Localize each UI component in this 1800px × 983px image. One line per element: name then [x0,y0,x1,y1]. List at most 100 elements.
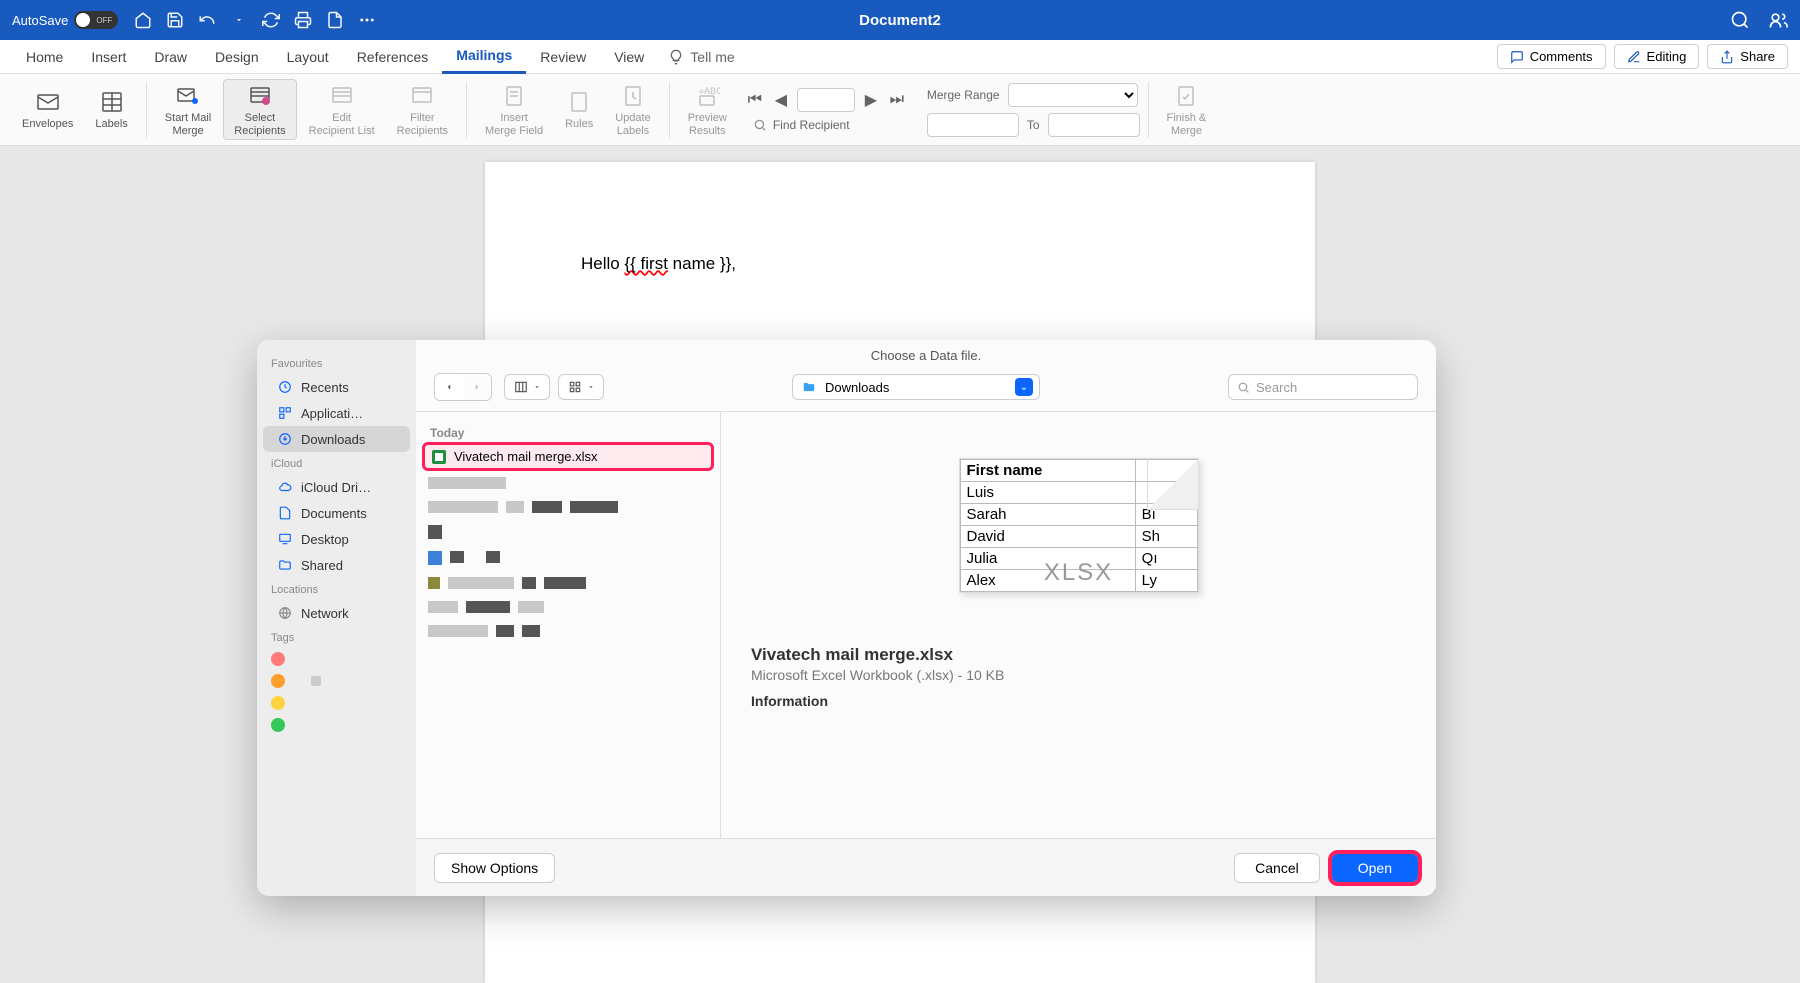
open-button[interactable]: Open [1332,854,1418,882]
page-icon[interactable] [326,11,344,29]
autosave-control[interactable]: AutoSave OFF [12,11,118,29]
doc-icon [277,505,293,521]
sidebar-network[interactable]: Network [263,600,410,626]
tab-draw[interactable]: Draw [140,40,201,74]
tag-green[interactable] [257,714,416,736]
finish-merge-button[interactable]: Finish & Merge [1157,80,1217,139]
editing-button[interactable]: Editing [1614,44,1700,69]
nav-back-forward [434,373,492,401]
sidebar-recents[interactable]: Recents [263,374,410,400]
folder-icon [277,557,293,573]
rules-button[interactable]: Rules [555,86,603,133]
preview-results-button[interactable]: «ABC» Preview Results [678,80,737,139]
file-vivatech-xlsx[interactable]: Vivatech mail merge.xlsx [424,444,712,469]
view-columns-button[interactable] [504,374,550,400]
dialog-sidebar: Favourites Recents Applicati… Downloads … [257,340,416,896]
doc-merge-field: {{ first [624,254,667,273]
dialog-title: Choose a Data file. [416,340,1436,363]
tab-review[interactable]: Review [526,40,600,74]
merge-range-label: Merge Range [927,88,1000,102]
folder-icon [801,380,817,394]
location-dropdown[interactable]: Downloads ⌄ [792,374,1040,400]
tab-references[interactable]: References [343,40,443,74]
filter-recipients-button[interactable]: Filter Recipients [387,80,458,139]
tag-red[interactable] [257,648,416,670]
sidebar-documents[interactable]: Documents [263,500,410,526]
merge-range-select[interactable] [1008,83,1138,107]
record-nav: ⏮ ◀ ▶ ⏭ [745,88,907,112]
tab-design[interactable]: Design [201,40,273,74]
comments-button[interactable]: Comments [1497,44,1606,69]
titlebar-quick-icons [134,11,376,29]
tab-view[interactable]: View [600,40,658,74]
prev-record-button[interactable]: ◀ [771,90,791,110]
favourites-heading: Favourites [257,352,416,374]
envelope-icon [34,88,62,116]
tab-layout[interactable]: Layout [273,40,343,74]
xlsx-preview: First name Luis SarahBı DavidSh JuliaQı … [959,458,1199,593]
tag-yellow[interactable] [257,692,416,714]
file-name: Vivatech mail merge.xlsx [454,449,598,464]
last-record-button[interactable]: ⏭ [887,90,907,110]
more-icon[interactable] [358,11,376,29]
forward-button[interactable] [463,374,491,400]
labels-button[interactable]: Labels [85,86,137,133]
chevron-down-icon[interactable] [230,11,248,29]
sidebar-icloud-drive[interactable]: iCloud Dri… [263,474,410,500]
edit-list-icon [328,82,356,110]
refresh-icon[interactable] [262,11,280,29]
find-recipient-button[interactable]: Find Recipient [753,118,907,132]
locations-heading: Locations [257,578,416,600]
edit-recipient-list-button[interactable]: Edit Recipient List [299,80,385,139]
search-icon[interactable] [1730,10,1750,30]
dialog-search[interactable]: Search [1228,374,1418,400]
merge-field-icon [500,82,528,110]
cancel-button[interactable]: Cancel [1234,853,1320,883]
search-placeholder: Search [1256,380,1297,395]
ribbon: Envelopes Labels Start Mail Merge Select… [0,74,1800,146]
share-people-icon[interactable] [1768,10,1788,30]
save-icon[interactable] [166,11,184,29]
preview-pane: First name Luis SarahBı DavidSh JuliaQı … [721,412,1436,838]
cloud-icon [277,479,293,495]
view-grid-button[interactable] [558,374,604,400]
select-recipients-button[interactable]: Select Recipients [223,79,296,140]
merge-range-group: Merge Range To [927,83,1140,137]
home-icon[interactable] [134,11,152,29]
start-mail-merge-button[interactable]: Start Mail Merge [155,80,221,139]
sidebar-downloads[interactable]: Downloads [263,426,410,452]
print-icon[interactable] [294,11,312,29]
merge-from-input[interactable] [927,113,1019,137]
first-record-button[interactable]: ⏮ [745,90,765,110]
tell-me[interactable]: Tell me [668,49,734,65]
sidebar-desktop[interactable]: Desktop [263,526,410,552]
tab-insert[interactable]: Insert [77,40,140,74]
autosave-label: AutoSave [12,13,68,28]
tag-orange[interactable] [257,670,416,692]
record-number-input[interactable] [797,88,855,112]
sidebar-applications[interactable]: Applicati… [263,400,410,426]
titlebar: AutoSave OFF Document2 [0,0,1800,40]
location-name: Downloads [825,380,1007,395]
next-record-button[interactable]: ▶ [861,90,881,110]
show-options-button[interactable]: Show Options [434,853,555,883]
dialog-footer: Show Options Cancel Open [416,838,1436,896]
tab-mailings[interactable]: Mailings [442,40,526,74]
dialog-main: Choose a Data file. Downloads ⌄ [416,340,1436,896]
update-labels-button[interactable]: Update Labels [605,80,660,139]
back-button[interactable] [435,374,463,400]
tab-home[interactable]: Home [12,40,77,74]
xlsx-icon [432,450,446,464]
recipients-icon [246,82,274,110]
envelopes-button[interactable]: Envelopes [12,86,83,133]
undo-icon[interactable] [198,11,216,29]
redacted-files [424,477,712,637]
insert-merge-field-button[interactable]: Insert Merge Field [475,80,553,139]
svg-text:«ABC»: «ABC» [699,86,720,96]
pencil-icon [1627,50,1641,64]
merge-to-input[interactable] [1048,113,1140,137]
share-button[interactable]: Share [1707,44,1788,69]
sidebar-shared[interactable]: Shared [263,552,410,578]
autosave-toggle[interactable]: OFF [74,11,118,29]
file-list[interactable]: Today Vivatech mail merge.xlsx [416,412,721,838]
